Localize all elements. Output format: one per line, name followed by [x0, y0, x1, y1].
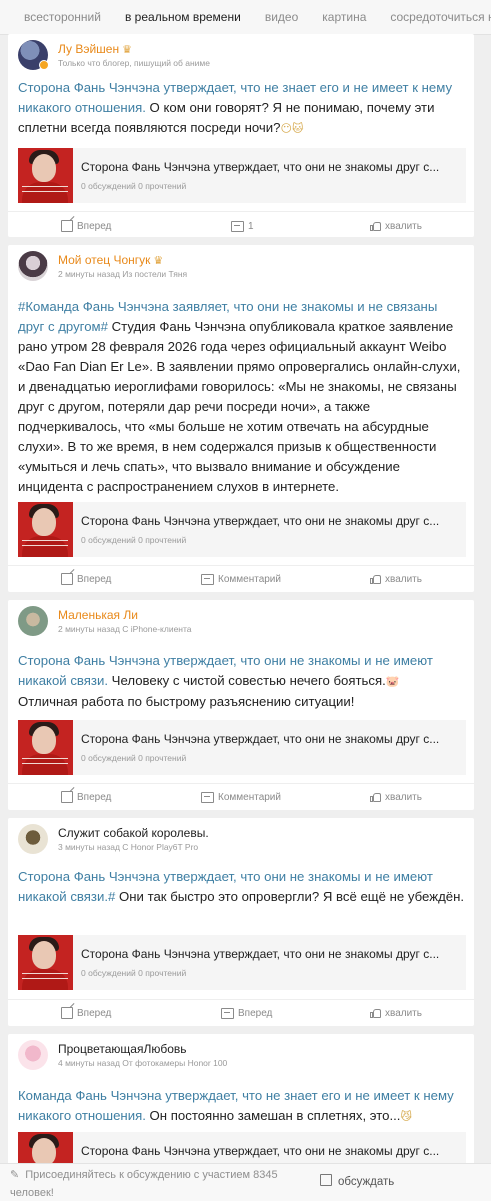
link-card[interactable]: Сторона Фань Чэнчэна утверждает, что они… — [18, 502, 466, 557]
post-text: Сторона Фань Чэнчэна утверждает, что не … — [18, 80, 453, 135]
forward-icon — [61, 573, 73, 585]
bottom-comment-bar: ✎ Присоединяйтесь к обсуждению с участием… — [0, 1163, 491, 1201]
forward-button[interactable]: Вперед — [61, 783, 111, 811]
post-actions: Вперед Комментарий хвалить — [8, 565, 474, 593]
link-title: Сторона Фань Чэнчэна утверждает, что они… — [81, 732, 440, 746]
comment-button[interactable]: 1 — [231, 212, 254, 240]
post-meta: 2 минуты назад С iPhone-клиента — [58, 624, 192, 634]
emoji-icon: 😶🐱 — [280, 123, 304, 135]
author-name[interactable]: Служит собакой королевы. — [58, 826, 209, 840]
avatar[interactable] — [18, 251, 48, 281]
link-stats: 0 обсуждений 0 прочтений — [81, 535, 187, 545]
link-title: Сторона Фань Чэнчэна утверждает, что они… — [81, 514, 440, 528]
author-name[interactable]: Мой отец Чонгук ♛ — [58, 253, 163, 267]
link-card[interactable]: Сторона Фань Чэнчэна утверждает, что они… — [18, 935, 466, 990]
post-header: Мой отец Чонгук ♛ 2 минуты назад Из посте… — [18, 251, 458, 285]
forward-button[interactable]: Вперед — [61, 212, 111, 240]
like-button[interactable]: хвалить — [370, 783, 422, 811]
like-icon — [370, 221, 381, 231]
verified-badge-icon — [39, 60, 49, 70]
tab-all[interactable]: всесторонний — [24, 10, 101, 24]
post-text: Сторона Фань Чэнчэна утверждает, что они… — [18, 869, 465, 904]
emoji-icon: 🐷 — [385, 676, 400, 688]
post-header: ПроцветающаяЛюбовь 4 минуты назад От фот… — [18, 1040, 458, 1074]
link-thumbnail — [18, 502, 73, 557]
tab-realtime[interactable]: в реальном времени — [125, 10, 241, 24]
post-card: ПроцветающаяЛюбовь 4 минуты назад От фот… — [8, 1034, 474, 1187]
comment-icon — [201, 573, 214, 585]
comment-button[interactable]: Вперед — [221, 999, 272, 1027]
post-card: Маленькая Ли 2 минуты назад С iPhone-кли… — [8, 600, 474, 810]
link-title: Сторона Фань Чэнчэна утверждает, что они… — [81, 160, 440, 174]
discuss-button[interactable]: обсуждать — [320, 1174, 394, 1188]
post-actions: Вперед 1 хвалить — [8, 212, 474, 240]
crown-icon: ♛ — [122, 44, 132, 56]
link-stats: 0 обсуждений 0 прочтений — [81, 753, 187, 763]
post-meta: Только что блогер, пишущий об аниме — [58, 58, 211, 68]
avatar[interactable] — [18, 606, 48, 636]
like-icon — [370, 574, 381, 584]
link-stats: 0 обсуждений 0 прочтений — [81, 181, 187, 191]
forward-button[interactable]: Вперед — [61, 565, 111, 593]
post-actions: Вперед Комментарий хвалить — [8, 783, 474, 811]
compose-icon — [320, 1174, 332, 1186]
post-text: Сторона Фань Чэнчэна утверждает, что они… — [18, 653, 433, 709]
post-actions: Вперед Вперед хвалить — [8, 999, 474, 1027]
forward-icon — [61, 791, 73, 803]
top-tab-bar: всесторонний в реальном времени видео ка… — [0, 0, 491, 35]
comment-icon — [201, 791, 214, 803]
tab-focus[interactable]: сосредоточиться н — [390, 10, 491, 24]
post-card: Лу Вэйшен ♛ Только что блогер, пишущий об… — [8, 34, 474, 237]
join-discussion-prompt[interactable]: ✎ Присоединяйтесь к обсуждению с участием… — [10, 1166, 280, 1201]
link-thumbnail — [18, 720, 73, 775]
like-icon — [370, 1008, 381, 1018]
avatar[interactable] — [18, 824, 48, 854]
link-stats: 0 обсуждений 0 прочтений — [81, 968, 187, 978]
post-meta: 2 минуты назад Из постели Тяня — [58, 269, 188, 279]
post-card: Мой отец Чонгук ♛ 2 минуты назад Из посте… — [8, 245, 474, 592]
post-header: Маленькая Ли 2 минуты назад С iPhone-кли… — [18, 606, 458, 640]
author-name[interactable]: Лу Вэйшен ♛ — [58, 42, 132, 56]
post-meta: 4 минуты назад От фотокамеры Honor 100 — [58, 1058, 228, 1068]
avatar[interactable] — [18, 1040, 48, 1070]
like-button[interactable]: хвалить — [370, 212, 422, 240]
author-name[interactable]: Маленькая Ли — [58, 608, 138, 622]
tab-video[interactable]: видео — [265, 10, 298, 24]
post-header: Лу Вэйшен ♛ Только что блогер, пишущий об… — [18, 40, 458, 74]
link-thumbnail — [18, 148, 73, 203]
pen-icon: ✎ — [10, 1169, 20, 1181]
comment-button[interactable]: Комментарий — [201, 783, 281, 811]
forward-icon — [61, 1007, 73, 1019]
comment-button[interactable]: Комментарий — [201, 565, 281, 593]
emoji-icon: 😼 — [400, 1111, 412, 1123]
post-header: Служит собакой королевы. 3 минуты назад … — [18, 824, 458, 858]
post-card: Служит собакой королевы. 3 минуты назад … — [8, 818, 474, 1026]
like-icon — [370, 792, 381, 802]
forward-icon — [61, 220, 73, 232]
tab-picture[interactable]: картина — [322, 10, 366, 24]
link-title: Сторона Фань Чэнчэна утверждает, что они… — [81, 1144, 440, 1158]
comment-icon — [221, 1007, 234, 1019]
link-card[interactable]: Сторона Фань Чэнчэна утверждает, что они… — [18, 148, 466, 203]
like-button[interactable]: хвалить — [370, 999, 422, 1027]
link-thumbnail — [18, 935, 73, 990]
post-meta: 3 минуты назад С Honor Play6T Pro — [58, 842, 199, 852]
link-card[interactable]: Сторона Фань Чэнчэна утверждает, что они… — [18, 720, 466, 775]
forward-button[interactable]: Вперед — [61, 999, 111, 1027]
comment-icon — [231, 220, 244, 232]
author-name[interactable]: ПроцветающаяЛюбовь — [58, 1042, 187, 1056]
post-text: Команда Фань Чэнчэна утверждает, что не … — [18, 1088, 454, 1123]
crown-icon: ♛ — [153, 255, 164, 267]
like-button[interactable]: хвалить — [370, 565, 422, 593]
post-text: #Команда Фань Чэнчэна заявляет, что они … — [18, 299, 461, 494]
link-title: Сторона Фань Чэнчэна утверждает, что они… — [81, 947, 440, 961]
